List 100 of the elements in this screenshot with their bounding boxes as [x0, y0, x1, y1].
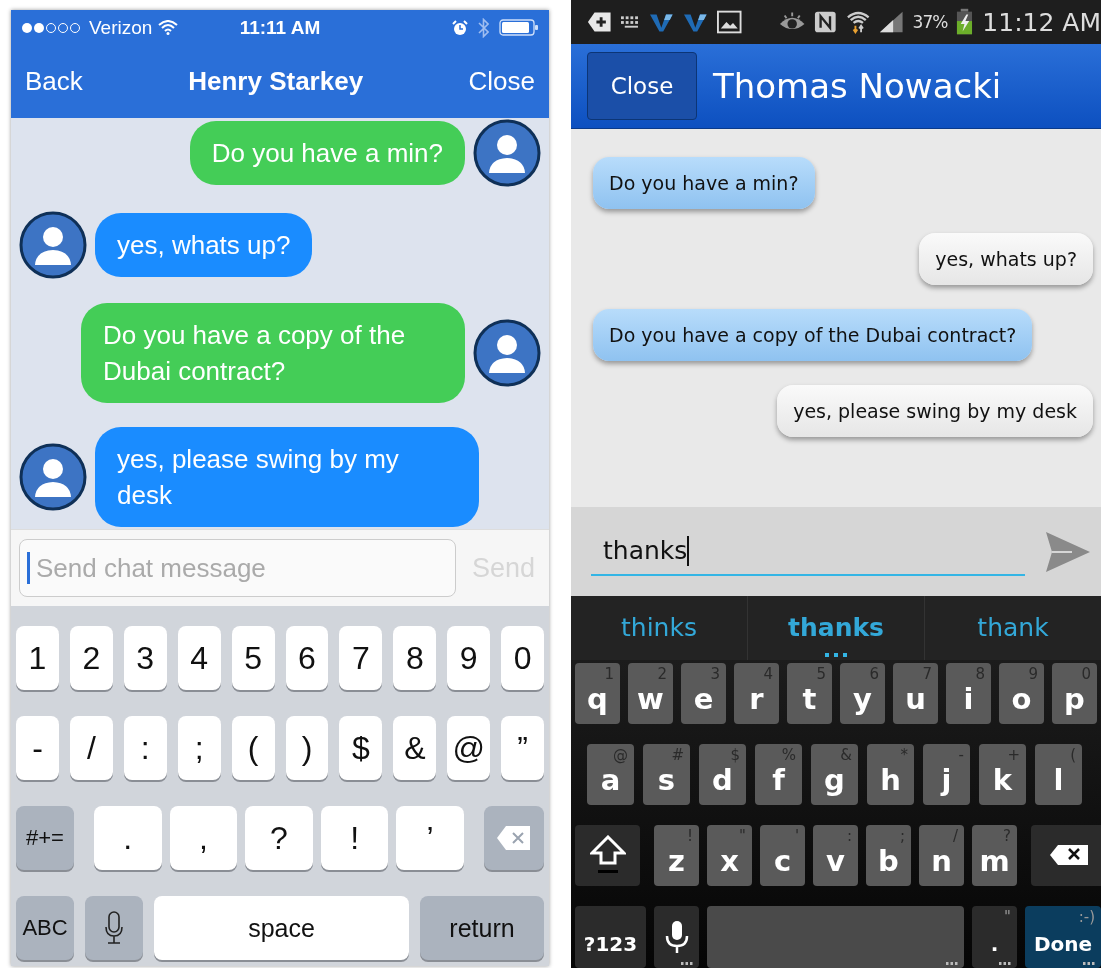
chat-title: Henry Starkey — [188, 66, 364, 97]
v-logo-icon — [683, 12, 709, 33]
shift-icon — [589, 835, 626, 876]
keyboard-key[interactable]: ' c — [760, 824, 805, 886]
keyboard-key[interactable]: 5 — [231, 626, 275, 690]
message-input[interactable]: Send chat message — [19, 539, 456, 597]
keyboard-key[interactable]: - j — [923, 743, 970, 805]
suggestion-item[interactable]: thanks — [747, 595, 924, 660]
keyboard-key[interactable]: 6 — [285, 626, 329, 690]
delete-key[interactable] — [1031, 824, 1101, 886]
battery-icon — [499, 19, 539, 36]
keyboard-key[interactable]: - — [16, 716, 59, 780]
keyboard-key[interactable]: . — [94, 806, 162, 870]
keyboard-key[interactable]: : v — [813, 824, 858, 886]
keyboard-key[interactable]: $ d — [699, 743, 746, 805]
keyboard-key[interactable]: $ — [339, 716, 383, 780]
message-input[interactable]: thanks — [591, 527, 1025, 576]
avatar-icon — [473, 119, 541, 187]
keyboard-key[interactable]: ; b — [866, 824, 911, 886]
key-hint: / — [952, 826, 958, 845]
delete-icon — [495, 825, 532, 851]
key-hint: : — [846, 826, 852, 845]
keyboard-key[interactable]: ; — [177, 716, 221, 780]
keyboard-key[interactable]: @ a — [587, 743, 634, 805]
keyboard-key[interactable]: & g — [811, 743, 858, 805]
key-hint: - — [958, 745, 964, 764]
keyboard-key[interactable]: # s — [643, 743, 690, 805]
keyboard-key[interactable]: ABC — [16, 896, 74, 960]
keyboard-key[interactable]: #+= — [16, 806, 74, 870]
key-hint: % — [781, 745, 796, 764]
close-button[interactable]: Close — [587, 52, 697, 121]
keyboard-key[interactable]: 4 — [177, 626, 221, 690]
key-hint: & — [840, 745, 852, 764]
keyboard-key[interactable]: 8 — [393, 626, 437, 690]
message-bubble: yes, whats up? — [919, 233, 1093, 286]
keyboard-key[interactable]: return — [420, 896, 544, 960]
alarm-icon — [452, 19, 468, 36]
keyboard-key[interactable]: ?123 — [575, 905, 646, 968]
signal-icon — [879, 10, 904, 35]
keyboard-key[interactable]: 1 — [16, 626, 59, 690]
bluetooth-icon — [478, 17, 489, 38]
keyboard-key[interactable]: 9 — [447, 626, 491, 690]
keyboard-key[interactable]: / n — [919, 824, 964, 886]
key-hint: :-) — [1078, 907, 1095, 926]
carrier-name: Verizon — [89, 16, 153, 39]
keyboard-key[interactable]: :-) Done — [1025, 905, 1101, 968]
suggestion-item[interactable]: thank — [924, 595, 1101, 660]
avatar-icon — [19, 443, 87, 511]
battery-charging-icon — [956, 8, 974, 37]
keyboard-key[interactable]: " . — [972, 905, 1017, 968]
keyboard-key[interactable]: 2 — [69, 626, 113, 690]
status-time: 11:11 AM — [239, 16, 321, 39]
key-hint: " — [739, 826, 746, 845]
keyboard-key[interactable]: ) — [285, 716, 329, 780]
key-hint: @ — [613, 745, 628, 764]
keyboard-key[interactable]: 7 — [339, 626, 383, 690]
avatar-icon — [473, 319, 541, 387]
suggestion-item[interactable]: thinks — [571, 595, 747, 660]
tag-plus-icon — [587, 11, 612, 34]
message-bubble: Do you have a copy of the Dubai contract? — [593, 309, 1033, 362]
keyboard-key[interactable]: ? m — [972, 824, 1017, 886]
key-hint: ; — [899, 826, 905, 845]
key-hint: + — [1007, 745, 1020, 764]
keyboard-key[interactable]: space — [154, 896, 409, 960]
keyboard-key[interactable]: ” — [501, 716, 545, 780]
keyboard-key[interactable]: @ — [447, 716, 491, 780]
microphone-icon — [104, 911, 124, 945]
keyboard-key[interactable]: & — [393, 716, 437, 780]
keyboard-key[interactable]: ( l — [1035, 743, 1082, 805]
keyboard-key[interactable]: 3 — [123, 626, 167, 690]
nfc-icon — [813, 10, 837, 35]
message-bubble: yes, please swing by my desk — [95, 427, 479, 527]
message-bubble: Do you have a min? — [593, 157, 815, 210]
keyboard-key[interactable]: ( — [231, 716, 275, 780]
message-bubble: yes, whats up? — [95, 213, 313, 277]
close-button[interactable]: Close — [468, 66, 535, 97]
keyboard-key[interactable]: : — [123, 716, 167, 780]
keyboard-key[interactable]: ! z — [654, 824, 699, 886]
keyboard-key[interactable]: * h — [867, 743, 914, 805]
keyboard-key[interactable]: ! — [320, 806, 389, 870]
back-button[interactable]: Back — [25, 66, 83, 97]
image-icon — [717, 10, 742, 35]
keyboard-key[interactable]: + k — [979, 743, 1026, 805]
wifi-icon — [845, 9, 871, 36]
keyboard-key[interactable]: ? — [245, 806, 313, 870]
keyboard-key[interactable]: ’ — [396, 806, 464, 870]
shift-key[interactable] — [575, 824, 640, 886]
microphone-key[interactable] — [654, 905, 699, 968]
message-bubble: Do you have a copy of the Dubai contract? — [81, 303, 465, 403]
keyboard-key[interactable]: , — [169, 806, 238, 870]
wifi-icon — [158, 20, 179, 35]
v-logo-icon — [650, 12, 675, 33]
keyboard-key[interactable]: % f — [755, 743, 802, 805]
status-time: 11:12 AM — [982, 7, 1101, 37]
microphone-icon — [664, 919, 689, 954]
signal-icon — [21, 21, 83, 34]
keyboard-key[interactable]: 0 — [501, 626, 545, 690]
keyboard-key[interactable]: " x — [707, 824, 752, 886]
more-dots-icon — [825, 652, 847, 657]
keyboard-key[interactable]: / — [69, 716, 113, 780]
